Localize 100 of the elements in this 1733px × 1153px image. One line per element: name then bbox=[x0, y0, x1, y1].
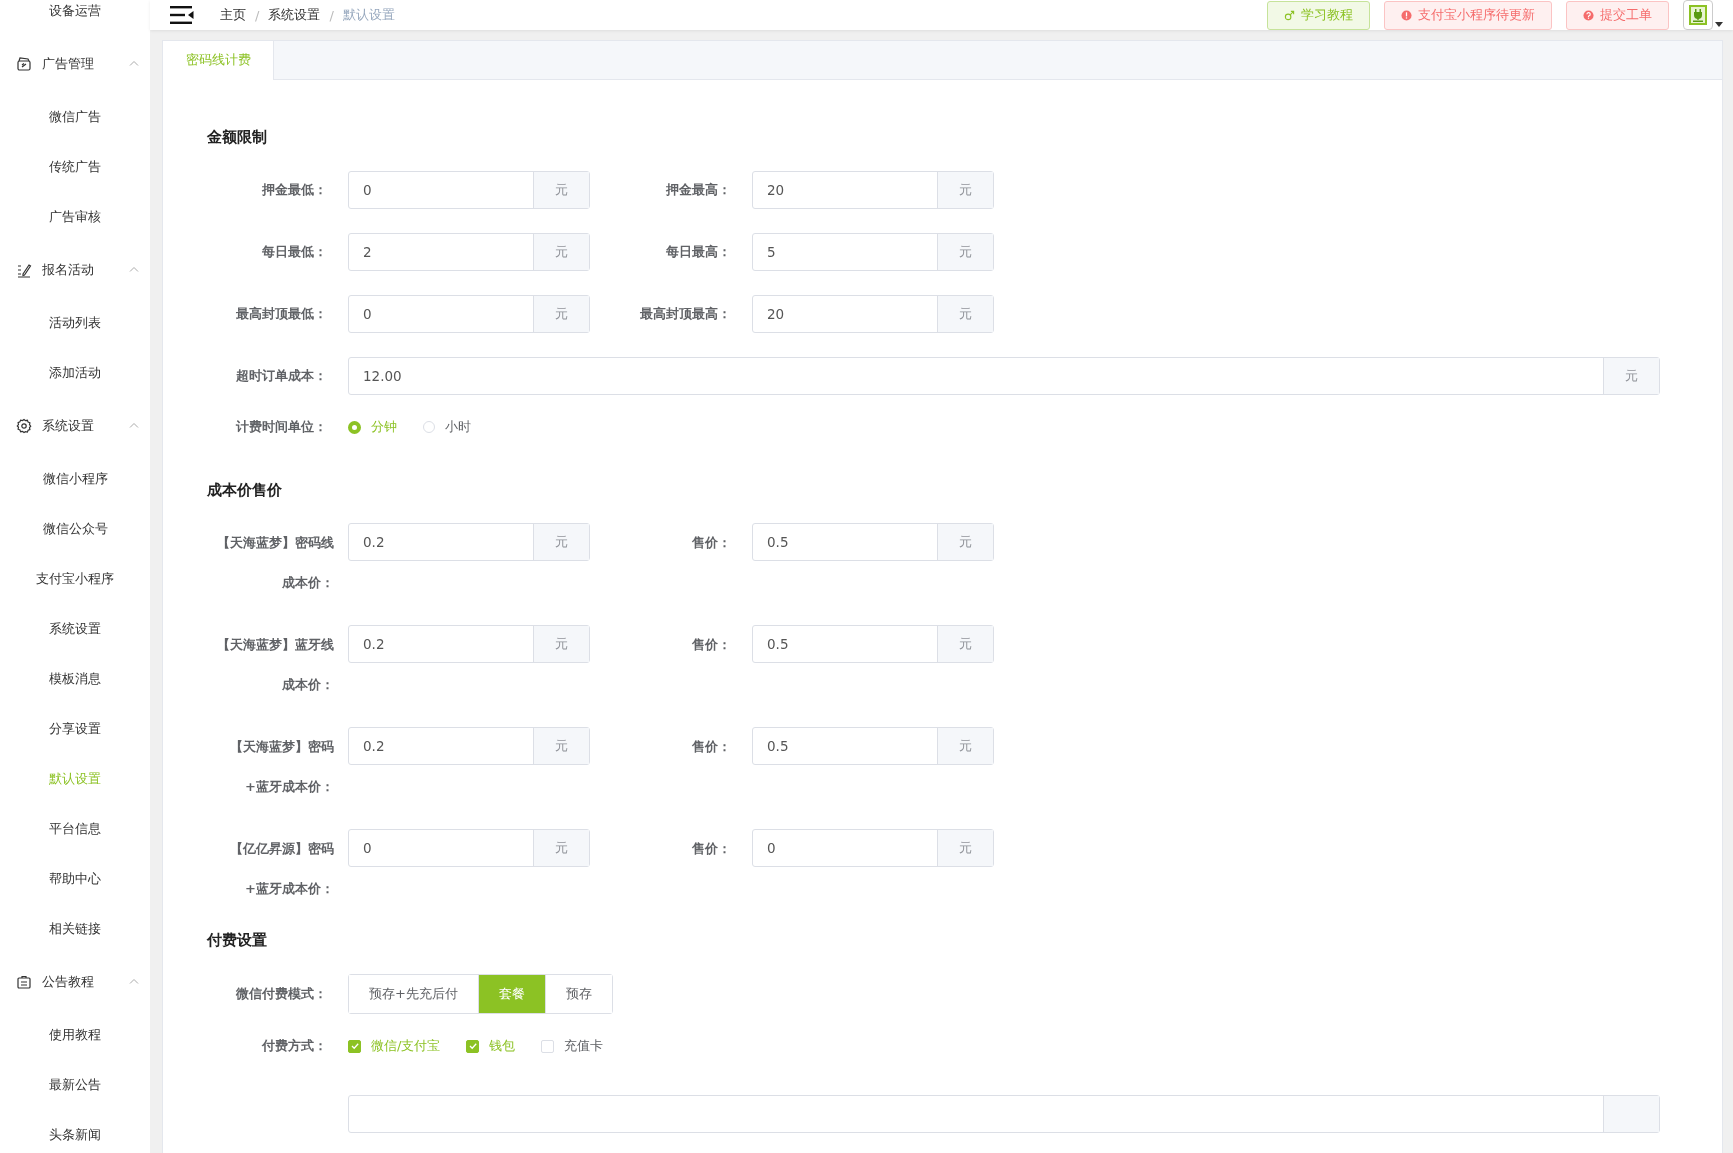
sidebar-item[interactable]: 使用教程 bbox=[0, 1010, 150, 1060]
breadcrumb-link[interactable]: 主页 bbox=[220, 6, 246, 24]
input-field[interactable]: 5 元 bbox=[752, 233, 994, 271]
unit-addon: 元 bbox=[937, 296, 993, 332]
unit-addon: 元 bbox=[937, 234, 993, 270]
field-label: 押金最低： bbox=[261, 181, 328, 199]
sidebar-item[interactable]: 微信小程序 bbox=[0, 454, 150, 504]
input-field[interactable]: 0.5 元 bbox=[752, 523, 994, 561]
sidebar-item[interactable]: 支付宝小程序 bbox=[0, 554, 150, 604]
exclamation-circle-icon bbox=[1401, 9, 1412, 21]
radio-label: 小时 bbox=[445, 418, 471, 436]
unit-addon: 元 bbox=[533, 728, 589, 764]
sidebar-group[interactable]: 公告教程 bbox=[0, 954, 150, 1010]
field-label: 售价： bbox=[691, 738, 732, 756]
input-field[interactable]: 0.2 元 bbox=[348, 523, 590, 561]
input-field[interactable]: 2 元 bbox=[348, 233, 590, 271]
sidebar-item[interactable]: 最新公告 bbox=[0, 1060, 150, 1110]
sidebar-item[interactable]: 添加活动 bbox=[0, 348, 150, 398]
section-title: 金额限制 bbox=[207, 128, 268, 146]
field-label: 售价： bbox=[691, 534, 732, 552]
sidebar-item[interactable]: 微信广告 bbox=[0, 92, 150, 142]
radio-button[interactable] bbox=[348, 420, 361, 434]
unit-addon: 元 bbox=[533, 296, 589, 332]
sidebar-item[interactable]: 分享设置 bbox=[0, 704, 150, 754]
unit-addon: 元 bbox=[1603, 358, 1659, 394]
chevron-icon bbox=[129, 266, 139, 272]
unit-addon: 元 bbox=[937, 172, 993, 208]
sidebar-item[interactable]: 帮助中心 bbox=[0, 854, 150, 904]
clipboard-icon bbox=[16, 974, 32, 990]
unit-addon: 元 bbox=[937, 524, 993, 560]
sidebar-item[interactable]: 广告审核 bbox=[0, 192, 150, 242]
settings-icon bbox=[16, 418, 32, 434]
breadcrumb-separator: / bbox=[329, 7, 334, 23]
checkbox[interactable] bbox=[541, 1039, 555, 1053]
field-label: 【亿亿昇源】密码 +蓝牙成本价： bbox=[229, 840, 335, 898]
chevron-icon bbox=[129, 60, 139, 66]
field-label: 最高封顶最高： bbox=[639, 305, 732, 323]
checkbox-label: 充值卡 bbox=[564, 1037, 604, 1055]
chevron-icon bbox=[129, 978, 139, 984]
input-field[interactable]: 0.5 元 bbox=[752, 727, 994, 765]
sidebar-item[interactable]: 头条新闻 bbox=[0, 1110, 150, 1153]
input-field[interactable]: 20 元 bbox=[752, 171, 994, 209]
field-label: 每日最高： bbox=[665, 243, 732, 261]
caret-icon[interactable] bbox=[1715, 22, 1723, 27]
input-field[interactable]: 0 元 bbox=[348, 295, 590, 333]
unit-addon: 元 bbox=[937, 830, 993, 866]
field-label: 最高封顶最低： bbox=[235, 305, 328, 323]
field-label: 售价： bbox=[691, 636, 732, 654]
input-field[interactable]: 0.2 元 bbox=[348, 727, 590, 765]
field-label: 【天海蓝梦】蓝牙线 成本价： bbox=[216, 636, 335, 694]
checkbox-label: 微信/支付宝 bbox=[371, 1037, 441, 1055]
menu-icon[interactable] bbox=[170, 6, 194, 24]
sidebar-item[interactable]: 平台信息 bbox=[0, 804, 150, 854]
field-label: 押金最高： bbox=[665, 181, 732, 199]
sidebar-item[interactable]: 模板消息 bbox=[0, 654, 150, 704]
breadcrumb-current: 默认设置 bbox=[342, 6, 395, 24]
sidebar-item[interactable]: 设备运营 bbox=[0, 0, 150, 36]
sidebar-item[interactable]: 系统设置 bbox=[0, 604, 150, 654]
checkbox[interactable] bbox=[348, 1039, 361, 1053]
sidebar-group[interactable]: 广告管理 bbox=[0, 36, 150, 92]
unit-addon: 元 bbox=[533, 524, 589, 560]
field-label: 微信付费模式： bbox=[235, 985, 328, 1003]
sidebar-item[interactable]: 相关链接 bbox=[0, 904, 150, 954]
chevron-icon bbox=[129, 422, 139, 428]
input-field[interactable]: 0 元 bbox=[348, 171, 590, 209]
field-label: 每日最低： bbox=[261, 243, 328, 261]
breadcrumb-link[interactable]: 系统设置 bbox=[268, 6, 321, 24]
checkbox-label: 钱包 bbox=[489, 1037, 516, 1055]
list-pen-icon bbox=[16, 262, 32, 278]
sidebar-item[interactable]: 传统广告 bbox=[0, 142, 150, 192]
sidebar-item[interactable]: 活动列表 bbox=[0, 298, 150, 348]
input-field[interactable]: 0 元 bbox=[752, 829, 994, 867]
sidebar-item[interactable]: 微信公众号 bbox=[0, 504, 150, 554]
field-label: 售价： bbox=[691, 840, 732, 858]
unit-addon: 元 bbox=[533, 626, 589, 662]
field-label: 计费时间单位： bbox=[235, 418, 328, 436]
unit-addon: 元 bbox=[937, 728, 993, 764]
field-label: 付费方式： bbox=[260, 1037, 328, 1055]
help-icon bbox=[1583, 9, 1594, 21]
field-label: 【天海蓝梦】密码线 成本价： bbox=[216, 534, 335, 592]
radio-option[interactable]: 小时 bbox=[423, 418, 471, 436]
checkbox[interactable] bbox=[466, 1039, 480, 1053]
sidebar-group[interactable]: 系统设置 bbox=[0, 398, 150, 454]
section-title: 成本价售价 bbox=[207, 481, 283, 499]
input-field[interactable]: 0.5 元 bbox=[752, 625, 994, 663]
breadcrumb-separator: / bbox=[255, 7, 260, 23]
section-title: 付费设置 bbox=[207, 931, 268, 949]
unit-addon: 元 bbox=[937, 626, 993, 662]
input-field[interactable]: 0.2 元 bbox=[348, 625, 590, 663]
segment-button[interactable]: 预存+先充后付 bbox=[349, 975, 479, 1013]
field-label: 【天海蓝梦】密码 +蓝牙成本价： bbox=[229, 738, 335, 796]
sidebar-group[interactable]: 报名活动 bbox=[0, 242, 150, 298]
input-field[interactable]: 0 元 bbox=[348, 829, 590, 867]
field-label: 超时订单成本： bbox=[235, 367, 328, 385]
input-field[interactable]: 20 元 bbox=[752, 295, 994, 333]
radio-label: 分钟 bbox=[371, 418, 397, 436]
input-field[interactable]: 12.00 元 bbox=[348, 357, 1660, 395]
unit-addon: 元 bbox=[533, 830, 589, 866]
input-field[interactable] bbox=[348, 1095, 1660, 1133]
card-icon bbox=[16, 56, 32, 72]
